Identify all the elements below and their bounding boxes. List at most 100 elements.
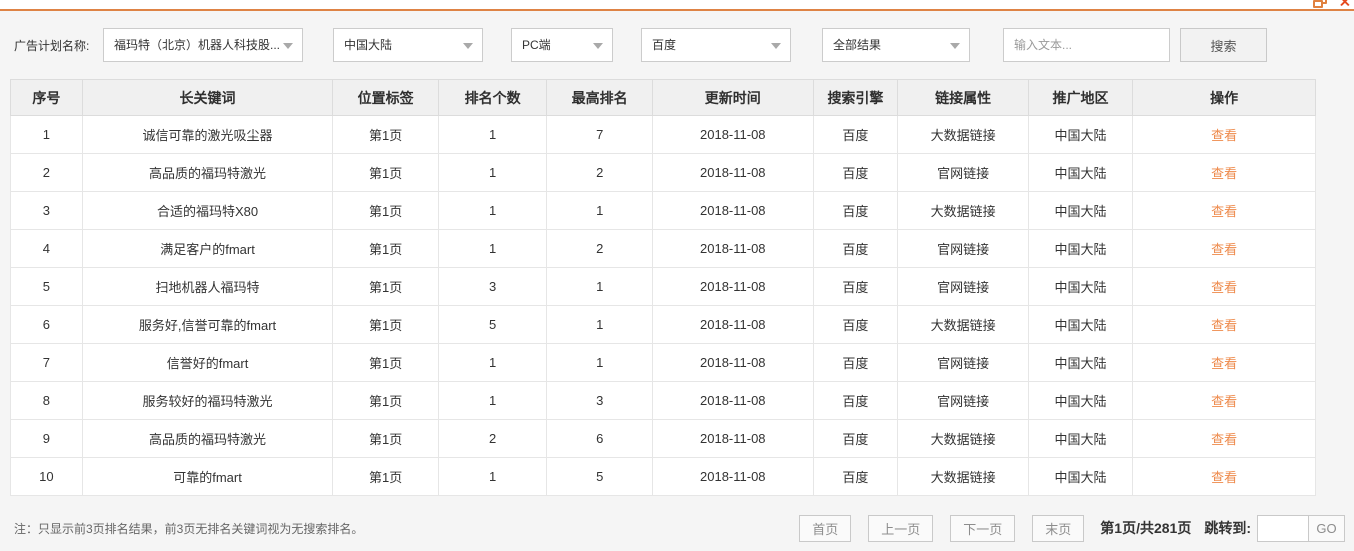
cell-link-attr: 官网链接 [897,229,1029,268]
table-header-row: 序号 长关键词 位置标签 排名个数 最高排名 更新时间 搜索引擎 链接属性 推广… [10,79,1316,116]
cell-top-rank: 1 [546,191,654,230]
keyword-rank-table-wrap: 序号 长关键词 位置标签 排名个数 最高排名 更新时间 搜索引擎 链接属性 推广… [10,79,1316,496]
first-page-button[interactable]: 首页 [799,514,852,542]
cell-promo-region: 中国大陆 [1027,115,1134,154]
cell-top-rank: 3 [546,381,654,420]
cell-update-time: 2018-11-08 [652,191,814,230]
cell-search-engine: 百度 [812,115,899,154]
view-link[interactable]: 查看 [1211,432,1237,447]
cell-link-attr: 官网链接 [897,153,1029,192]
result-type-dropdown[interactable]: 全部结果 [822,28,970,62]
cell-action: 查看 [1132,153,1316,192]
col-keyword: 长关键词 [81,79,334,116]
table-row: 10 可靠的fmart 第1页 1 5 2018-11-08 百度 大数据链接 … [10,457,1316,496]
view-link[interactable]: 查看 [1211,242,1237,257]
cell-rank-count: 1 [438,191,548,230]
cell-update-time: 2018-11-08 [652,153,814,192]
cell-rank-count: 3 [438,267,548,306]
device-dropdown[interactable]: PC端 [511,28,613,62]
cell-index: 9 [10,419,83,458]
cell-search-engine: 百度 [812,343,899,382]
search-engine-dropdown[interactable]: 百度 [641,28,791,62]
cell-update-time: 2018-11-08 [652,381,814,420]
cell-update-time: 2018-11-08 [652,267,814,306]
cell-keyword: 满足客户的fmart [81,229,334,268]
view-link[interactable]: 查看 [1211,356,1237,371]
jump-box: GO [1257,514,1345,542]
next-page-button[interactable]: 下一页 [950,514,1016,542]
ad-plan-value: 福玛特（北京）机器人科技股... [114,38,280,52]
cell-action: 查看 [1132,191,1316,230]
cell-search-engine: 百度 [812,305,899,344]
table-row: 2 高品质的福玛特激光 第1页 1 2 2018-11-08 百度 官网链接 中… [10,153,1316,192]
footer: 注：只显示前3页排名结果，前3页无排名关键词视为无搜索排名。 首页 上一页 下一… [0,514,1354,542]
cell-promo-region: 中国大陆 [1027,457,1134,496]
cell-keyword: 可靠的fmart [81,457,334,496]
restore-window-icon[interactable] [1313,0,1328,9]
chevron-down-icon [283,43,293,49]
page-info: 第1页/共281页 [1100,520,1192,536]
view-link[interactable]: 查看 [1211,166,1237,181]
cell-rank-count: 1 [438,343,548,382]
cell-position-tag: 第1页 [332,419,440,458]
cell-index: 10 [10,457,83,496]
cell-top-rank: 1 [546,305,654,344]
last-page-button[interactable]: 末页 [1032,514,1085,542]
cell-update-time: 2018-11-08 [652,229,814,268]
keyword-rank-table: 序号 长关键词 位置标签 排名个数 最高排名 更新时间 搜索引擎 链接属性 推广… [10,79,1316,496]
chevron-down-icon [463,43,473,49]
col-position-tag: 位置标签 [332,79,440,116]
jump-to-label: 跳转到: [1204,520,1251,536]
table-body: 1 诚信可靠的激光吸尘器 第1页 1 7 2018-11-08 百度 大数据链接… [10,115,1316,496]
prev-page-button[interactable]: 上一页 [868,514,934,542]
cell-link-attr: 大数据链接 [897,115,1029,154]
table-row: 8 服务较好的福玛特激光 第1页 1 3 2018-11-08 百度 官网链接 … [10,381,1316,420]
close-window-icon[interactable]: ✕ [1338,0,1351,12]
cell-position-tag: 第1页 [332,267,440,306]
ad-plan-label: 广告计划名称: [14,38,90,53]
col-link-attr: 链接属性 [897,79,1029,116]
cell-search-engine: 百度 [812,419,899,458]
view-link[interactable]: 查看 [1211,280,1237,295]
cell-top-rank: 1 [546,343,654,382]
cell-rank-count: 5 [438,305,548,344]
view-link[interactable]: 查看 [1211,470,1237,485]
result-type-value: 全部结果 [833,38,882,52]
cell-update-time: 2018-11-08 [652,419,814,458]
region-dropdown[interactable]: 中国大陆 [333,28,483,62]
cell-index: 7 [10,343,83,382]
table-row: 7 信誉好的fmart 第1页 1 1 2018-11-08 百度 官网链接 中… [10,343,1316,382]
cell-top-rank: 6 [546,419,654,458]
cell-action: 查看 [1132,267,1316,306]
chevron-down-icon [593,43,603,49]
pagination: 首页 上一页 下一页 末页 第1页/共281页 跳转到: GO [799,514,1345,542]
titlebar: ✕ [0,0,1354,11]
search-button[interactable]: 搜索 [1180,28,1267,62]
cell-rank-count: 1 [438,153,548,192]
cell-top-rank: 7 [546,115,654,154]
ad-plan-dropdown[interactable]: 福玛特（北京）机器人科技股... [103,28,303,62]
view-link[interactable]: 查看 [1211,204,1237,219]
search-input[interactable] [1003,28,1170,62]
cell-rank-count: 1 [438,381,548,420]
chevron-down-icon [950,43,960,49]
view-link[interactable]: 查看 [1211,128,1237,143]
cell-action: 查看 [1132,343,1316,382]
cell-search-engine: 百度 [812,267,899,306]
cell-link-attr: 官网链接 [897,343,1029,382]
go-button[interactable]: GO [1309,514,1345,542]
cell-position-tag: 第1页 [332,457,440,496]
cell-index: 6 [10,305,83,344]
cell-promo-region: 中国大陆 [1027,419,1134,458]
search-engine-value: 百度 [652,38,677,52]
jump-page-input[interactable] [1257,514,1309,542]
cell-action: 查看 [1132,381,1316,420]
cell-keyword: 合适的福玛特X80 [81,191,334,230]
region-value: 中国大陆 [344,38,393,52]
cell-link-attr: 大数据链接 [897,191,1029,230]
cell-action: 查看 [1132,115,1316,154]
cell-rank-count: 1 [438,229,548,268]
view-link[interactable]: 查看 [1211,318,1237,333]
view-link[interactable]: 查看 [1211,394,1237,409]
table-row: 4 满足客户的fmart 第1页 1 2 2018-11-08 百度 官网链接 … [10,229,1316,268]
